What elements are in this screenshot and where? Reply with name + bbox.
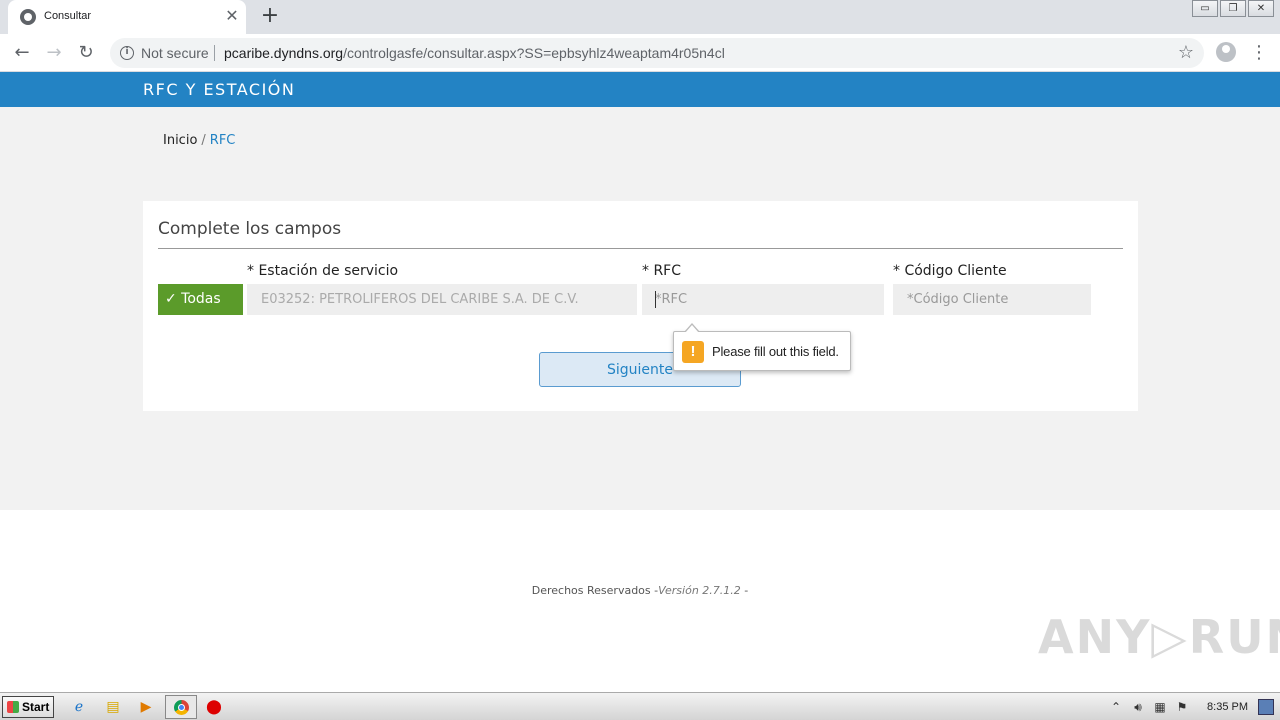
start-label: Start — [22, 700, 50, 714]
chrome-icon — [174, 700, 189, 715]
browser-menu-icon[interactable]: ⋮ — [1250, 41, 1268, 65]
estacion-label: * Estación de servicio — [247, 263, 399, 279]
header-banner: RFC Y ESTACIÓN — [0, 72, 1280, 107]
form-title: Complete los campos — [158, 219, 342, 239]
info-icon[interactable]: i — [120, 46, 134, 60]
profile-avatar-icon[interactable] — [1216, 42, 1236, 62]
rfc-input[interactable] — [642, 284, 884, 315]
main-area: Inicio / RFC Complete los campos * Estació… — [0, 107, 1280, 510]
url-path: /controlgasfe/consultar.aspx?SS=epbsyhlz… — [343, 45, 725, 61]
anyrun-watermark-logo: ANY▷RUN — [1038, 610, 1280, 664]
browser-toolbar: ← → ↻ i Not secure pcaribe.dyndns.org/co… — [0, 34, 1280, 72]
todas-toggle-button[interactable]: ✓ Todas — [158, 284, 243, 315]
close-window-button[interactable]: ✕ — [1248, 0, 1274, 17]
new-tab-button[interactable]: + — [258, 4, 282, 28]
estacion-field[interactable] — [247, 284, 637, 315]
volume-icon[interactable]: 🔊︎ — [1127, 700, 1149, 715]
form-card: Complete los campos * Estación de servic… — [143, 201, 1138, 411]
media-player-icon[interactable]: ▶ — [135, 697, 157, 717]
not-secure-label[interactable]: Not secure — [141, 45, 209, 61]
address-bar[interactable]: i Not secure pcaribe.dyndns.org/controlg… — [110, 38, 1204, 68]
forward-arrow-icon[interactable]: → — [42, 41, 66, 65]
tab-title: Consultar — [44, 10, 92, 22]
security-shield-icon[interactable]: ⬤ — [203, 697, 225, 717]
breadcrumb-current: RFC — [209, 133, 236, 148]
windows-taskbar: Start ℯ ▤ ▶ ⬤ ⌃ 🔊︎ ▦ ⚑ 8:35 PM — [0, 692, 1280, 720]
omnibox-divider — [214, 45, 215, 61]
page-favicon-icon — [20, 9, 36, 25]
tray-expand-icon[interactable]: ⌃ — [1105, 700, 1127, 714]
file-explorer-icon[interactable]: ▤ — [102, 697, 124, 717]
windows-logo-icon — [7, 701, 19, 713]
form-title-divider — [158, 248, 1123, 249]
breadcrumb: Inicio / RFC — [163, 133, 235, 148]
show-desktop-icon[interactable] — [1258, 699, 1274, 715]
page-title: RFC Y ESTACIÓN — [143, 80, 296, 99]
url-host: pcaribe.dyndns.org — [224, 45, 344, 61]
browser-tab-strip: Consultar ✕ + ▭ ❐ ✕ — [0, 0, 1280, 34]
network-icon[interactable]: ▦ — [1149, 700, 1171, 714]
codigo-cliente-label: * Código Cliente — [893, 263, 1007, 279]
page-content: RFC Y ESTACIÓN Inicio / RFC Complete los c… — [0, 72, 1280, 692]
rfc-label: * RFC — [642, 263, 682, 279]
footer-tail: - — [740, 584, 749, 597]
bookmark-star-icon[interactable]: ☆ — [1178, 42, 1194, 63]
footer-rights: Derechos Reservados - — [531, 584, 659, 597]
codigo-cliente-input[interactable] — [893, 284, 1091, 315]
back-arrow-icon[interactable]: ← — [10, 41, 34, 65]
tab-close-icon[interactable]: ✕ — [223, 7, 241, 25]
text-caret — [655, 291, 656, 308]
url-text[interactable]: pcaribe.dyndns.org/controlgasfe/consulta… — [224, 45, 725, 61]
internet-explorer-icon[interactable]: ℯ — [68, 697, 90, 717]
footer-version: Versión 2.7.1.2 — [658, 584, 741, 597]
breadcrumb-separator: / — [201, 133, 206, 148]
footer: Derechos Reservados -Versión 2.7.1.2 - — [0, 584, 1280, 597]
system-tray: ⌃ 🔊︎ ▦ ⚑ 8:35 PM — [1105, 693, 1280, 720]
warning-icon: ! — [682, 341, 704, 363]
minimize-button[interactable]: ▭ — [1192, 0, 1218, 17]
start-button[interactable]: Start — [2, 696, 54, 718]
validation-tooltip: ! Please fill out this field. — [673, 323, 851, 371]
taskbar-chrome-button[interactable] — [165, 695, 197, 719]
action-center-flag-icon[interactable]: ⚑ — [1171, 700, 1193, 714]
browser-tab[interactable]: Consultar ✕ — [8, 0, 246, 34]
breadcrumb-home-link[interactable]: Inicio — [163, 133, 197, 148]
taskbar-clock[interactable]: 8:35 PM — [1207, 701, 1248, 713]
window-controls: ▭ ❐ ✕ — [1190, 0, 1274, 18]
restore-button[interactable]: ❐ — [1220, 0, 1246, 17]
validation-message: Please fill out this field. — [712, 344, 839, 359]
reload-icon[interactable]: ↻ — [74, 41, 98, 65]
